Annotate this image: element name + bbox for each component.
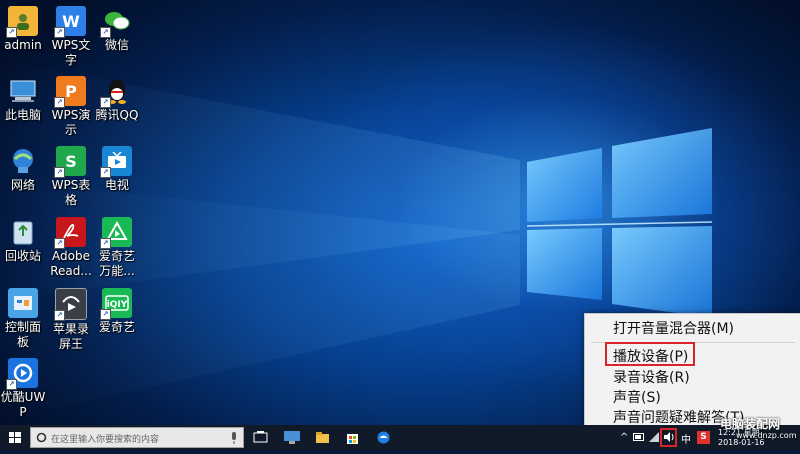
desktop-icon-youku[interactable]: ↗ 优酷UWP [0, 352, 46, 420]
menu-item-recording-devices[interactable]: 录音设备(R) [613, 367, 690, 387]
user-folder-icon: ↗ [6, 6, 38, 38]
edge-icon[interactable] [376, 430, 391, 445]
iqiyi-player-icon: ↗ [100, 217, 132, 249]
desktop-icon-label: 爱奇艺万能... [98, 249, 135, 278]
desktop-icon-label: WPS文字 [51, 38, 91, 67]
desktop-icon-network[interactable]: 网络 [0, 140, 46, 193]
desktop-icon-label: 爱奇艺 [98, 320, 135, 334]
shortcut-arrow-icon: ↗ [100, 97, 111, 108]
shortcut-arrow-icon: ↗ [100, 238, 111, 249]
watermark-url: www.dnzp.com [736, 431, 797, 440]
desktop-icon-tv[interactable]: ↗ 电视 [94, 140, 140, 193]
shortcut-arrow-icon: ↗ [54, 238, 65, 249]
qq-icon: ↗ [100, 76, 132, 108]
desktop-icon-label: 腾讯QQ [95, 108, 139, 122]
youku-icon: ↗ [6, 358, 38, 390]
desktop-icon-adobe-reader[interactable]: ↗ Adobe Read... [48, 211, 94, 279]
wps-presentation-icon: P ↗ [54, 76, 86, 108]
shortcut-arrow-icon: ↗ [54, 310, 65, 321]
speaker-highlight-box [660, 428, 677, 447]
adobe-reader-icon: ↗ [54, 217, 86, 249]
sogou-ime-icon[interactable]: S [697, 431, 710, 444]
wifi-icon[interactable] [648, 431, 660, 443]
desktop-icon-label: 微信 [104, 38, 129, 52]
desktop-icon-qq[interactable]: ↗ 腾讯QQ [94, 70, 140, 123]
desktop-icon-wps-spreadsheet[interactable]: S ↗ WPS表格 [48, 140, 94, 208]
show-hidden-icons-chevron-icon[interactable]: ^ [620, 432, 628, 443]
desktop-icon-label: 回收站 [4, 249, 41, 263]
microphone-icon[interactable] [230, 432, 238, 444]
desktop-icon-label: 电视 [104, 178, 129, 192]
highlight-box [605, 342, 695, 366]
cortana-circle-icon [36, 432, 47, 443]
desktop-icon-wps-writer[interactable]: W ↗ WPS文字 [48, 0, 94, 68]
desktop-icon-label: admin [4, 38, 42, 52]
menu-item-sounds[interactable]: 声音(S) [613, 387, 661, 407]
screen-recorder-icon: ↗ [54, 288, 87, 321]
ime-indicator[interactable]: 中 [681, 431, 691, 446]
iqiyi-icon: iQIY ↗ [100, 288, 132, 320]
recycle-bin-icon [8, 217, 38, 247]
desktop-icon-label: 网络 [10, 178, 35, 192]
computer-icon [8, 76, 38, 106]
desktop-icon-recycle-bin[interactable]: 回收站 [0, 211, 46, 264]
desktop-icon-label: WPS演示 [51, 108, 91, 137]
taskbar: 在这里输入你要搜索的内容 ^ 中 S 12:21 星期 2018-01-16 [0, 425, 800, 450]
search-placeholder: 在这里输入你要搜索的内容 [51, 435, 160, 445]
desktop-icon-iqiyi-player[interactable]: ↗ 爱奇艺万能... [94, 211, 140, 279]
volume-context-menu: 打开音量混合器(M) 播放设备(P) 录音设备(R) 声音(S) 声音问题疑难解… [584, 313, 800, 427]
desktop-icon-label: 优酷UWP [0, 390, 46, 419]
desktop-icon-label: 苹果录屏王 [52, 322, 89, 351]
desktop-icon-wechat[interactable]: ↗ 微信 [94, 0, 140, 53]
store-icon[interactable] [345, 430, 360, 445]
battery-icon[interactable] [633, 432, 645, 442]
wechat-icon: ↗ [100, 6, 132, 38]
shortcut-arrow-icon: ↗ [6, 379, 17, 390]
shortcut-arrow-icon: ↗ [54, 27, 65, 38]
desktop-icon-iqiyi[interactable]: iQIY ↗ 爱奇艺 [94, 282, 140, 335]
wps-spreadsheet-icon: S ↗ [54, 146, 86, 178]
shortcut-arrow-icon: ↗ [54, 97, 65, 108]
tv-icon: ↗ [100, 146, 132, 178]
shortcut-arrow-icon: ↗ [100, 167, 111, 178]
shortcut-arrow-icon: ↗ [54, 167, 65, 178]
shortcut-arrow-icon: ↗ [100, 309, 111, 320]
taskbar-search-box[interactable]: 在这里输入你要搜索的内容 [30, 427, 244, 448]
desktop-icon-label: Adobe Read... [50, 249, 92, 278]
shortcut-arrow-icon: ↗ [6, 27, 17, 38]
desktop-icon-screen-recorder[interactable]: ↗ 苹果录屏王 [48, 282, 94, 352]
desktop-icon-label: 控制面板 [4, 320, 41, 349]
desktop-icon-wps-presentation[interactable]: P ↗ WPS演示 [48, 70, 94, 138]
task-view-icon[interactable] [253, 430, 268, 445]
network-icon [8, 146, 38, 176]
menu-item-open-volume-mixer[interactable]: 打开音量混合器(M) [613, 318, 734, 338]
wps-writer-icon: W ↗ [54, 6, 86, 38]
windows-start-icon [9, 432, 21, 443]
desktop-icon-control-panel[interactable]: 控制面板 [0, 282, 46, 350]
control-panel-icon [8, 288, 38, 318]
watermark-title: 电脑装配网 [720, 417, 781, 431]
file-explorer-icon[interactable] [315, 430, 330, 445]
shortcut-arrow-icon: ↗ [100, 27, 111, 38]
desktop-icon-this-pc[interactable]: 此电脑 [0, 70, 46, 123]
network-monitor-icon[interactable] [283, 430, 301, 445]
start-button[interactable] [0, 425, 30, 450]
desktop-icon-label: 此电脑 [4, 108, 41, 122]
desktop-icon-admin[interactable]: ↗ admin [0, 0, 46, 53]
desktop-icon-label: WPS表格 [51, 178, 91, 207]
